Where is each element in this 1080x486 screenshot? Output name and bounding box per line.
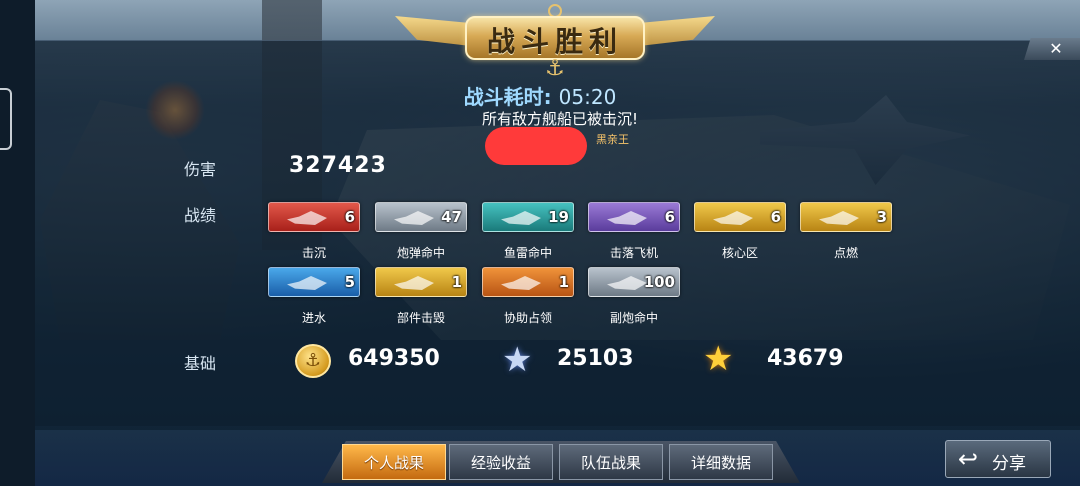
badge-assist-capture[interactable]: 1 [482,267,574,297]
damage-label: 伤害 [184,160,217,179]
share-label: 分享 [992,454,1026,474]
badge-count: 19 [548,208,569,226]
badge-count: 47 [441,208,462,226]
tab-detailed-data[interactable]: 详细数据 [669,444,773,480]
badge-count: 6 [664,208,675,226]
coins-value: 649350 [348,346,440,371]
badge-label: 部件击毁 [396,311,445,325]
page-title: 战斗胜利 [486,25,623,58]
badge-label: 点燃 [833,246,858,260]
badge-module-destroyed[interactable]: 1 [375,267,467,297]
player-name: 黑亲王 [596,133,629,146]
victory-message: 所有敌方舰船已被击沉! [481,110,638,128]
badge-label: 击落飞机 [609,246,658,260]
close-button[interactable]: ✕ [1024,38,1080,60]
badge-count: 5 [344,273,355,291]
fire-icon [819,211,859,225]
shell-icon [394,211,434,225]
achievements-label: 战绩 [184,206,217,225]
badge-count: 6 [344,208,355,226]
badge-label: 进水 [301,311,326,325]
badge-label: 副炮命中 [609,311,658,325]
badge-secondary-hit[interactable]: 100 [588,267,680,297]
tab-personal-results[interactable]: 个人战果 [342,444,446,480]
damage-value: 327423 [289,153,387,178]
redaction-mark [485,127,587,165]
close-icon: ✕ [1049,39,1063,58]
badge-label: 炮弹命中 [396,246,445,260]
share-button[interactable]: ↩ 分享 [945,440,1051,478]
badge-shell-hit[interactable]: 47 [375,202,467,232]
gold-star-value: 43679 [767,346,844,371]
anchor-icon: ⚓ [545,56,565,81]
citadel-icon [713,211,753,225]
screen-edge [0,0,35,486]
tab-experience-gain[interactable]: 经验收益 [449,444,553,480]
badge-sink[interactable]: 6 [268,202,360,232]
basics-label: 基础 [184,354,217,373]
badge-count: 1 [558,273,569,291]
badge-count: 3 [876,208,887,226]
plane-icon [607,211,647,225]
share-arrow-icon: ↩ [958,445,979,473]
silver-star-icon: ★ [502,340,533,380]
badge-label: 核心区 [721,246,758,260]
badge-count: 100 [643,273,675,291]
badge-label: 鱼雷命中 [503,246,552,260]
chevron-icon [501,276,541,290]
secondary-gun-icon [607,276,647,290]
battle-duration-value: 05:20 [558,85,617,109]
gold-star-icon: ★ [703,339,734,379]
badge-label: 协助占领 [503,311,552,325]
silver-star-value: 25103 [557,346,634,371]
badge-fire[interactable]: 3 [800,202,892,232]
badge-flooding[interactable]: 5 [268,267,360,297]
battle-duration-label: 战斗耗时: [463,85,552,109]
badge-label: 击沉 [301,246,326,260]
torpedo-icon [501,211,541,225]
badge-count: 1 [451,273,462,291]
warship-sink-icon [287,211,327,225]
flooding-icon [287,276,327,290]
badge-planes-shot[interactable]: 6 [588,202,680,232]
coin-icon: ⚓ [295,344,331,378]
tab-team-results[interactable]: 队伍战果 [559,444,663,480]
badge-count: 6 [770,208,781,226]
battle-duration: 战斗耗时: 05:20 [0,81,1080,110]
victory-emblem: 战斗胜利 ⚓ [395,4,715,81]
gear-icon [394,276,434,290]
badge-torpedo-hit[interactable]: 19 [482,202,574,232]
badge-citadel[interactable]: 6 [694,202,786,232]
